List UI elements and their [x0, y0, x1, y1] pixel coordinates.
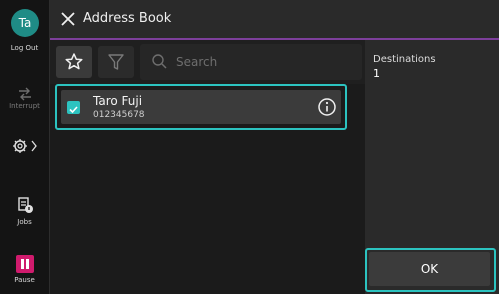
user-avatar[interactable]: Ta [11, 9, 39, 37]
contact-number: 012345678 [93, 110, 145, 120]
close-icon[interactable] [58, 9, 78, 29]
checkbox-checked[interactable] [67, 101, 80, 114]
filter-button[interactable] [98, 46, 134, 78]
list-item-selected-outline: Taro Fuji 012345678 [55, 84, 347, 130]
page-title: Address Book [83, 11, 172, 26]
search-placeholder: Search [176, 55, 218, 69]
list-item[interactable]: Taro Fuji 012345678 [61, 90, 341, 124]
header-bar: Address Book [50, 0, 499, 40]
filter-icon [108, 54, 124, 70]
toolbar: Search [50, 40, 365, 84]
address-list: Taro Fuji 012345678 [50, 84, 365, 294]
logout-label[interactable]: Log Out [0, 44, 49, 52]
jobs-label[interactable]: Jobs [0, 218, 49, 226]
pause-icon[interactable] [0, 255, 49, 277]
ok-button[interactable]: OK [369, 252, 490, 286]
destinations-label: Destinations [373, 54, 436, 65]
settings-gear-icon[interactable] [0, 137, 49, 159]
star-icon [65, 53, 83, 70]
destinations-count: 1 [373, 67, 380, 80]
interrupt-label: Interrupt [9, 102, 40, 110]
info-icon[interactable] [317, 97, 337, 117]
left-rail: Ta Log Out Interrupt Jobs Pause [0, 0, 49, 294]
contact-name: Taro Fuji [93, 94, 143, 108]
checkmark-icon [69, 106, 78, 114]
pause-label[interactable]: Pause [0, 276, 49, 284]
favorites-button[interactable] [56, 46, 92, 78]
jobs-icon[interactable] [0, 196, 49, 218]
search-icon [152, 54, 167, 69]
search-input[interactable]: Search [140, 44, 362, 80]
